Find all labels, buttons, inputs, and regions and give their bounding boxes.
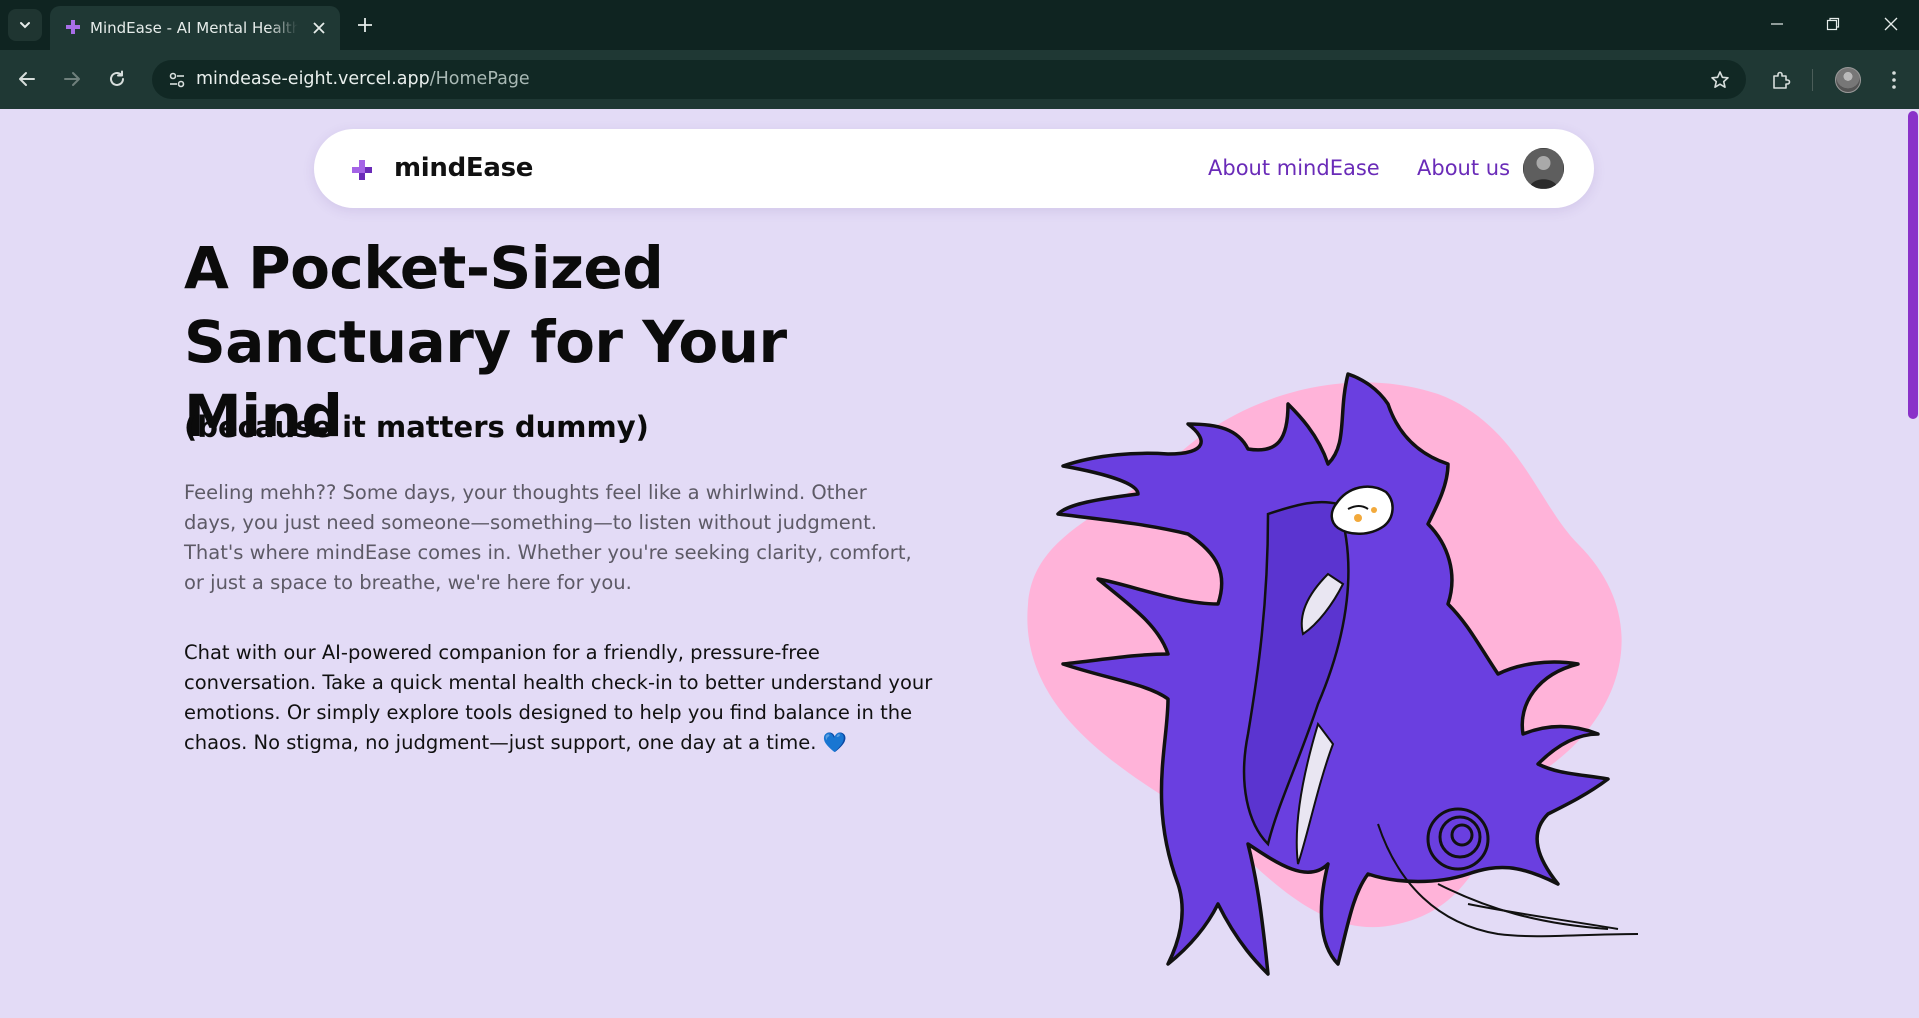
pitch-text: Chat with our AI-powered companion for a…	[184, 641, 933, 754]
page-viewport: mindEase About mindEase About us A Pocke…	[0, 109, 1919, 1018]
restore-button[interactable]	[1810, 8, 1856, 40]
profile-button[interactable]	[1832, 64, 1864, 96]
nav-link-about-mindease[interactable]: About mindEase	[1208, 156, 1380, 180]
nav-link-about-us[interactable]: About us	[1417, 156, 1510, 180]
mindease-plus-icon	[66, 20, 80, 34]
browser-toolbar: mindease-eight.vercel.app/HomePage	[0, 50, 1919, 109]
blue-heart-emoji: 💙	[822, 731, 847, 754]
chevron-down-icon	[20, 22, 30, 29]
back-button[interactable]	[12, 64, 42, 94]
url-host: mindease-eight.vercel.app	[196, 69, 430, 89]
hero-subtitle: (because it matters dummy)	[184, 410, 649, 444]
browser-tab-active[interactable]: MindEase - AI Mental Health Assistant	[50, 6, 340, 50]
scrollbar-thumb[interactable]	[1908, 111, 1918, 419]
brand-name[interactable]: mindEase	[394, 153, 533, 183]
figure-hair	[1056, 372, 1610, 976]
tab-list-button[interactable]	[8, 9, 42, 41]
browser-titlebar: MindEase - AI Mental Health Assistant	[0, 0, 1919, 50]
tab-close-button[interactable]	[308, 17, 330, 39]
user-avatar[interactable]	[1523, 148, 1564, 189]
browser-menu-button[interactable]	[1878, 64, 1910, 96]
close-window-button[interactable]	[1868, 8, 1914, 40]
avatar	[1523, 148, 1564, 189]
toolbar-separator	[1812, 69, 1813, 91]
back-arrow-icon	[19, 72, 35, 86]
hero-illustration	[1027, 372, 1639, 976]
minimize-icon	[1771, 23, 1783, 25]
plus-icon	[358, 18, 372, 32]
plus-logo-icon	[352, 160, 372, 180]
close-icon	[313, 22, 325, 34]
restore-icon	[1826, 17, 1840, 31]
forward-button[interactable]	[57, 64, 87, 94]
url-text: mindease-eight.vercel.app/HomePage	[196, 69, 530, 89]
puzzle-icon	[1773, 71, 1791, 89]
kebab-menu-icon	[1892, 71, 1896, 89]
url-path: /HomePage	[429, 69, 530, 89]
hero-pitch-paragraph: Chat with our AI-powered companion for a…	[184, 638, 944, 758]
new-tab-button[interactable]	[352, 12, 378, 38]
close-icon	[1884, 17, 1898, 31]
page-scrollbar[interactable]	[1907, 109, 1919, 1018]
reload-icon	[110, 70, 124, 86]
extensions-button[interactable]	[1765, 64, 1797, 96]
site-info-button[interactable]	[162, 65, 192, 95]
forward-arrow-icon	[64, 72, 80, 86]
bookmark-button[interactable]	[1706, 66, 1734, 94]
tab-title: MindEase - AI Mental Health Assistant	[90, 19, 298, 37]
reload-button[interactable]	[102, 64, 132, 94]
star-icon	[1711, 71, 1729, 88]
site-settings-icon	[169, 72, 185, 88]
minimize-button[interactable]	[1754, 8, 1800, 40]
site-navbar: mindEase About mindEase About us	[314, 129, 1594, 208]
avatar	[1835, 67, 1861, 93]
address-bar[interactable]: mindease-eight.vercel.app/HomePage	[152, 60, 1746, 99]
hero-intro-paragraph: Feeling mehh?? Some days, your thoughts …	[184, 481, 912, 594]
